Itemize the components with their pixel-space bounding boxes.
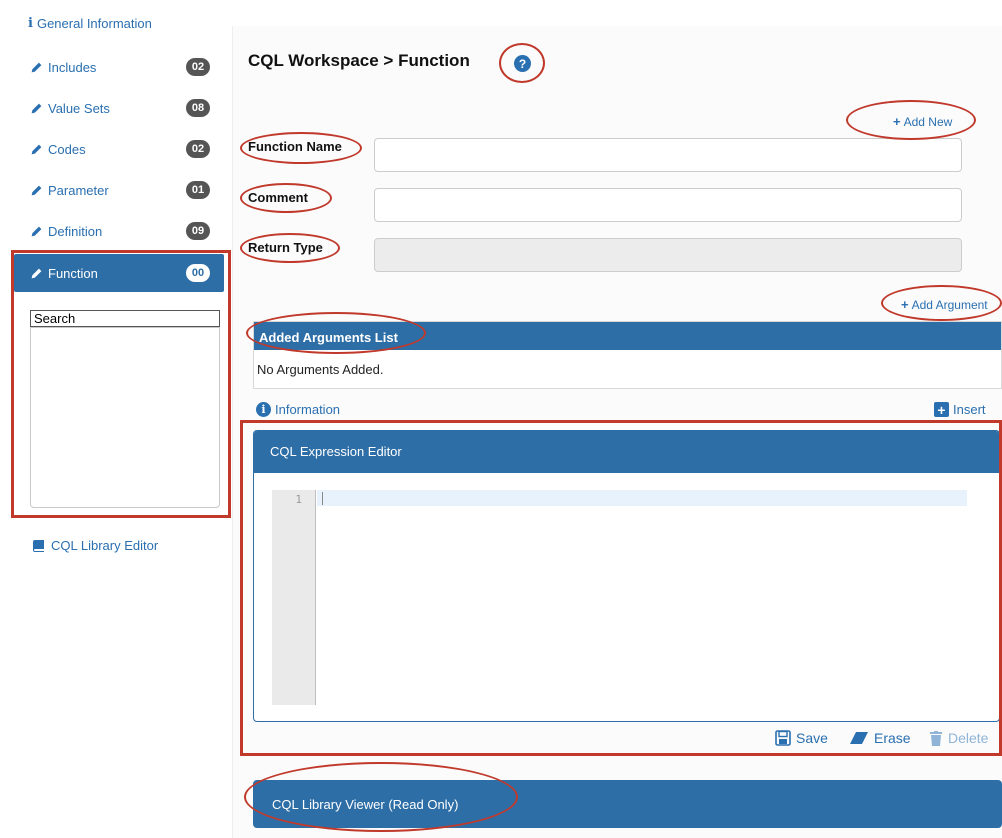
- add-new-label: Add New: [903, 114, 953, 129]
- delete-button[interactable]: Delete: [929, 730, 988, 746]
- general-information-link[interactable]: i General Information: [28, 16, 152, 31]
- eraser-icon: [850, 732, 868, 744]
- save-icon: [775, 730, 791, 746]
- sidebar-item-label: Definition: [48, 223, 103, 239]
- information-label: Information: [275, 402, 341, 417]
- pencil-icon: [31, 62, 42, 72]
- return-type-label: Return Type: [248, 240, 323, 255]
- function-name-label: Function Name: [248, 139, 342, 154]
- function-list[interactable]: [30, 327, 220, 508]
- add-argument-button[interactable]: + Add Argument: [901, 297, 988, 312]
- pencil-icon: [31, 268, 42, 278]
- sidebar-item-includes[interactable]: Includes 02: [14, 48, 224, 86]
- delete-label: Delete: [948, 730, 989, 746]
- sidebar: i General Information Includes 02 Value …: [0, 0, 232, 838]
- trash-icon: [930, 730, 942, 746]
- add-new-button[interactable]: + Add New: [893, 114, 952, 129]
- general-information-label: General Information: [36, 16, 152, 31]
- sidebar-item-label: Parameter: [48, 182, 109, 198]
- return-type-field: [374, 238, 962, 272]
- count-badge: 00: [186, 264, 210, 282]
- sidebar-item-label: Value Sets: [48, 100, 110, 116]
- text-cursor: [322, 492, 323, 505]
- plus-square-icon: +: [934, 402, 949, 417]
- save-label: Save: [796, 730, 828, 746]
- added-arguments-panel: Added Arguments List No Arguments Added.: [253, 321, 1002, 389]
- sidebar-item-value-sets[interactable]: Value Sets 08: [14, 89, 224, 127]
- count-badge: 01: [186, 181, 210, 199]
- pencil-icon: [31, 144, 42, 154]
- sidebar-item-function[interactable]: Function 00: [14, 254, 224, 292]
- book-icon: [33, 539, 44, 552]
- pencil-icon: [31, 226, 42, 236]
- pencil-icon: [31, 103, 42, 113]
- information-link[interactable]: i Information: [256, 402, 340, 417]
- sidebar-item-label: Codes: [48, 141, 86, 157]
- erase-button[interactable]: Erase: [849, 730, 911, 746]
- help-icon[interactable]: ?: [514, 55, 531, 72]
- add-argument-label: Add Argument: [911, 297, 988, 312]
- function-name-input[interactable]: [374, 138, 962, 172]
- save-button[interactable]: Save: [775, 730, 828, 746]
- viewer-title: CQL Library Viewer (Read Only): [272, 797, 459, 812]
- info-icon: i: [256, 402, 271, 417]
- cql-expression-editor: CQL Expression Editor 1: [253, 430, 1000, 722]
- line-number: 1: [295, 493, 302, 506]
- cql-library-editor-link[interactable]: CQL Library Editor: [32, 538, 158, 553]
- cql-library-viewer[interactable]: CQL Library Viewer (Read Only): [253, 780, 1002, 828]
- pencil-icon: [31, 185, 42, 195]
- sidebar-item-parameter[interactable]: Parameter 01: [14, 171, 224, 209]
- comment-input[interactable]: [374, 188, 962, 222]
- count-badge: 09: [186, 222, 210, 240]
- line-number-gutter: 1: [272, 490, 316, 705]
- insert-button[interactable]: + Insert: [934, 402, 986, 417]
- plus-icon: +: [893, 114, 901, 129]
- editor-header: CQL Expression Editor: [254, 431, 999, 473]
- comment-label: Comment: [248, 190, 308, 205]
- count-badge: 08: [186, 99, 210, 117]
- sidebar-item-label: Function: [48, 265, 98, 281]
- plus-icon: +: [901, 297, 909, 312]
- sidebar-item-label: Includes: [48, 59, 97, 75]
- sidebar-item-codes[interactable]: Codes 02: [14, 130, 224, 168]
- function-search-input[interactable]: [30, 310, 220, 327]
- count-badge: 02: [186, 140, 210, 158]
- erase-label: Erase: [874, 730, 911, 746]
- cql-library-editor-label: CQL Library Editor: [51, 538, 159, 553]
- added-arguments-header: Added Arguments List: [254, 322, 1001, 350]
- info-icon: i: [28, 16, 33, 31]
- page-title: CQL Workspace > Function: [248, 51, 470, 70]
- count-badge: 02: [186, 58, 210, 76]
- insert-label: Insert: [953, 402, 986, 417]
- code-editor[interactable]: 1: [254, 473, 999, 721]
- sidebar-item-definition[interactable]: Definition 09: [14, 212, 224, 250]
- active-line-highlight: [317, 490, 967, 506]
- no-arguments-text: No Arguments Added.: [257, 362, 384, 377]
